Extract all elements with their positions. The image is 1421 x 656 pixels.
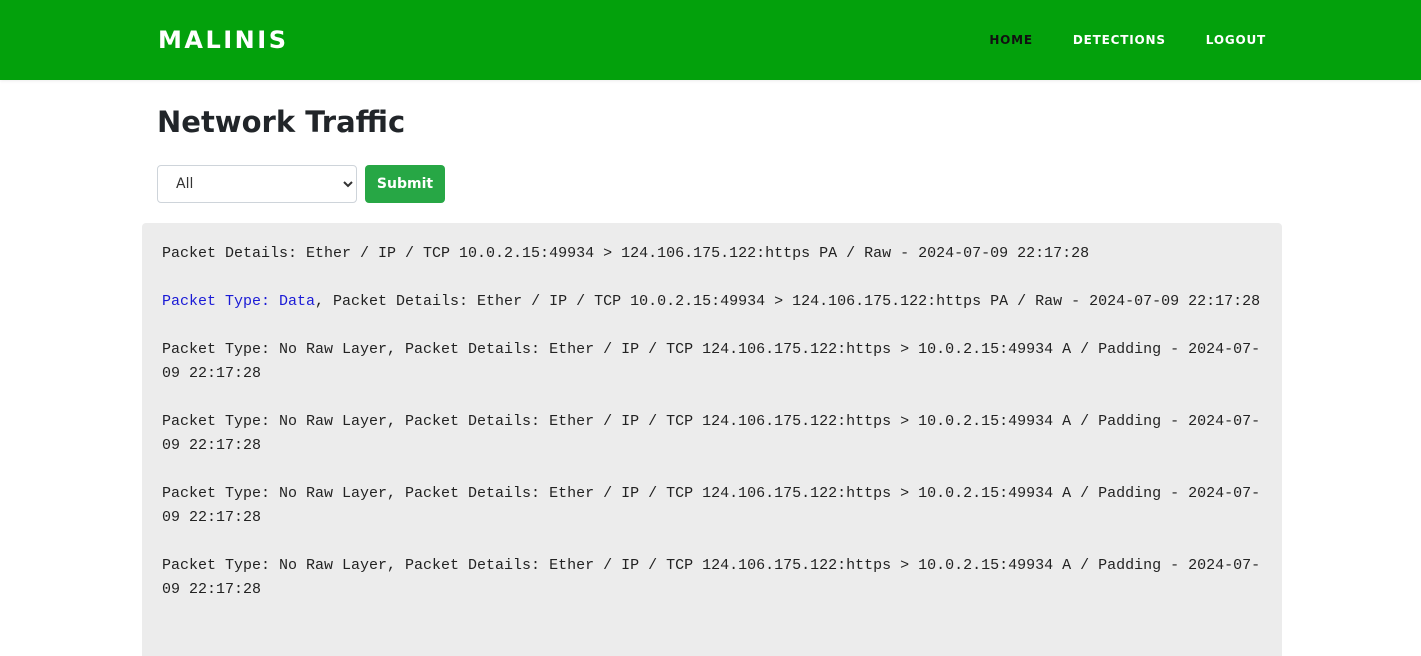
- traffic-log-panel[interactable]: Packet Details: Ether / IP / TCP 10.0.2.…: [142, 223, 1282, 656]
- packet-entry-text: Packet Details: Ether / IP / TCP 10.0.2.…: [162, 245, 1090, 262]
- nav-link-detections[interactable]: DETECTIONS: [1073, 31, 1166, 49]
- nav-link-home[interactable]: HOME: [989, 31, 1033, 49]
- nav-links: HOME DETECTIONS LOGOUT: [949, 31, 1266, 49]
- packet-type-label: Packet Type: Data: [162, 293, 316, 310]
- packet-entry: Packet Type: No Raw Layer, Packet Detail…: [162, 482, 1262, 530]
- packet-entry-text: Packet Type: No Raw Layer, Packet Detail…: [162, 557, 1261, 598]
- packet-entry: Packet Type: Data, Packet Details: Ether…: [162, 290, 1262, 314]
- packet-entry: Packet Type: No Raw Layer, Packet Detail…: [162, 338, 1262, 386]
- packet-type-select[interactable]: All: [157, 165, 357, 203]
- packet-entry-text: , Packet Details: Ether / IP / TCP 10.0.…: [315, 293, 1261, 310]
- packet-entry-text: Packet Type: No Raw Layer, Packet Detail…: [162, 485, 1261, 526]
- packet-entry-text: Packet Type: No Raw Layer, Packet Detail…: [162, 413, 1261, 454]
- top-navbar: MALINIS HOME DETECTIONS LOGOUT: [0, 0, 1421, 80]
- filter-form: All Submit: [157, 165, 445, 203]
- packet-entry: Packet Type: No Raw Layer, Packet Detail…: [162, 554, 1262, 602]
- packet-entry: Packet Details: Ether / IP / TCP 10.0.2.…: [162, 242, 1262, 266]
- packet-entry: Packet Type: No Raw Layer, Packet Detail…: [162, 410, 1262, 458]
- page-title: Network Traffic: [157, 105, 406, 139]
- brand-logo[interactable]: MALINIS: [158, 24, 288, 56]
- nav-link-logout[interactable]: LOGOUT: [1206, 31, 1266, 49]
- submit-button[interactable]: Submit: [365, 165, 445, 203]
- packet-entry-text: Packet Type: No Raw Layer, Packet Detail…: [162, 341, 1261, 382]
